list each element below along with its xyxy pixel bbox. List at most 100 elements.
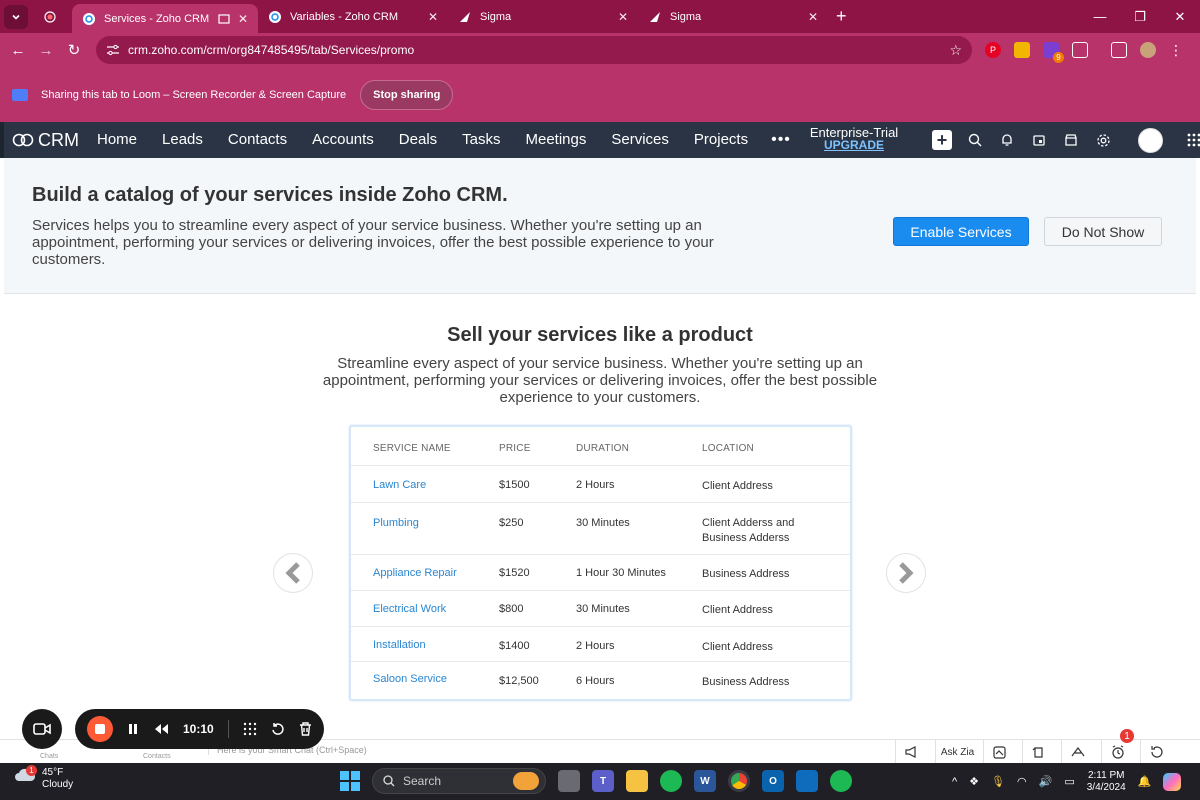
nav-accounts[interactable]: Accounts [312,131,374,149]
gear-icon[interactable] [1094,131,1112,149]
contacts-label[interactable]: Contacts [143,753,171,760]
carousel-next-button[interactable] [886,553,926,593]
zia-icon[interactable] [1061,740,1093,764]
history-icon[interactable] [1140,740,1172,764]
new-tab-button[interactable]: + [836,6,847,27]
microphone-icon[interactable]: 🎙 [991,775,1005,788]
windows-start-icon[interactable] [340,771,360,791]
create-new-button[interactable]: + [932,130,952,150]
maximize-icon[interactable]: ❐ [1120,0,1160,33]
minimize-icon[interactable]: — [1080,0,1120,33]
notification-bell-icon[interactable]: 🔔 [1138,775,1152,788]
bookmark-star-icon[interactable]: ☆ [949,42,962,59]
close-icon[interactable]: ✕ [808,10,818,24]
nav-more-button[interactable]: ••• [771,131,791,149]
apps-grid-icon[interactable] [1185,131,1200,149]
close-icon[interactable]: ✕ [618,10,628,24]
volume-icon[interactable]: 🔊 [1039,775,1053,788]
trash-icon[interactable] [299,722,312,736]
do-not-show-button[interactable]: Do Not Show [1044,217,1162,246]
nav-tasks[interactable]: Tasks [462,131,500,149]
service-name-link[interactable]: Saloon Service [373,673,447,685]
nav-services[interactable]: Services [611,131,669,149]
back-icon[interactable]: ← [4,42,32,59]
restart-icon[interactable] [271,722,285,736]
stop-recording-button[interactable] [87,716,113,742]
chats-label[interactable]: Chats [40,753,58,760]
enable-services-button[interactable]: Enable Services [893,217,1029,246]
task-view-icon[interactable] [558,770,580,792]
forward-icon[interactable]: → [32,42,60,59]
puzzle-extensions-icon[interactable] [1072,42,1088,58]
close-icon[interactable]: ✕ [238,12,248,26]
carousel-prev-button[interactable] [273,553,313,593]
dropbox-icon[interactable]: ❖ [969,775,979,788]
upgrade-link[interactable]: UPGRADE [804,139,904,152]
chrome-icon[interactable] [728,770,750,792]
tab-services-zoho-crm[interactable]: Services - Zoho CRM ✕ [72,4,258,33]
spotify-icon-2[interactable] [830,770,852,792]
url-bar[interactable]: crm.zoho.com/crm/org847485495/tab/Servic… [96,36,972,64]
ask-zia-button[interactable]: Ask Zia [935,740,979,764]
tab-search-button[interactable] [4,4,28,29]
service-location: Client Address [702,641,773,653]
recent-items-icon[interactable] [1022,740,1054,764]
user-avatar[interactable] [1138,127,1163,153]
copilot-icon[interactable] [1163,772,1182,791]
stop-sharing-button[interactable]: Stop sharing [360,79,454,110]
outlook-icon[interactable]: O [762,770,784,792]
tab-sigma-2[interactable]: Sigma ✕ [638,0,828,33]
nav-projects[interactable]: Projects [694,131,748,149]
tab-variables-zoho-crm[interactable]: Variables - Zoho CRM ✕ [258,0,448,33]
calculator-icon[interactable] [796,770,818,792]
service-name-link[interactable]: Plumbing [373,517,419,529]
alarm-clock-icon[interactable] [1101,740,1133,764]
windows-taskbar: 1 45°F Cloudy Search T W O ^ ❖ 🎙 ◠ 🔊 ▭ 2… [0,763,1200,800]
extension-badge-icon[interactable]: 9 [1043,42,1064,63]
camera-toggle-button[interactable] [22,709,62,749]
service-name-link[interactable]: Appliance Repair [373,567,457,579]
system-clock[interactable]: 2:11 PM 3/4/2024 [1087,770,1126,794]
profile-avatar-icon[interactable] [1140,42,1156,58]
teams-icon[interactable]: T [592,770,614,792]
rewind-icon[interactable] [153,723,169,735]
chevron-up-icon[interactable]: ^ [952,776,957,788]
notes-extension-icon[interactable] [1014,42,1030,58]
nav-contacts[interactable]: Contacts [228,131,287,149]
signals-icon[interactable] [983,740,1015,764]
pinterest-icon[interactable]: P [985,42,1001,58]
table-row: Electrical Work $800 30 Minutes Client A… [351,590,851,626]
battery-icon[interactable]: ▭ [1064,775,1074,788]
file-explorer-icon[interactable] [626,770,648,792]
wifi-icon[interactable]: ◠ [1017,775,1027,788]
announcement-icon[interactable] [895,740,927,764]
crm-logo[interactable]: CRM [12,130,79,151]
search-icon[interactable] [966,131,984,149]
drawing-grid-icon[interactable] [243,722,257,736]
service-name-link[interactable]: Installation [373,639,426,651]
side-panel-icon[interactable] [1111,42,1127,58]
tab-sigma-1[interactable]: Sigma ✕ [448,0,638,33]
record-indicator[interactable] [38,5,62,29]
browser-tab-bar: Services - Zoho CRM ✕ Variables - Zoho C… [0,0,1200,33]
close-window-icon[interactable]: ✕ [1160,0,1200,33]
nav-home[interactable]: Home [97,131,137,149]
table-row: Installation $1400 2 Hours Client Addres… [351,626,851,661]
weather-widget[interactable]: 1 45°F Cloudy [14,765,73,791]
close-icon[interactable]: ✕ [428,10,438,24]
table-row: Plumbing $250 30 Minutes Client Adderss … [351,502,851,554]
spotify-icon[interactable] [660,770,682,792]
service-name-link[interactable]: Lawn Care [373,479,426,491]
marketplace-icon[interactable] [1062,131,1080,149]
reload-icon[interactable]: ↻ [60,41,88,59]
taskbar-search[interactable]: Search [372,768,546,794]
bell-icon[interactable] [998,131,1016,149]
nav-leads[interactable]: Leads [162,131,203,149]
browser-menu-icon[interactable]: ⋮ [1169,42,1183,59]
nav-meetings[interactable]: Meetings [526,131,587,149]
nav-deals[interactable]: Deals [399,131,437,149]
calendar-icon[interactable] [1030,131,1048,149]
pause-icon[interactable] [127,723,139,735]
word-icon[interactable]: W [694,770,716,792]
service-name-link[interactable]: Electrical Work [373,603,446,615]
